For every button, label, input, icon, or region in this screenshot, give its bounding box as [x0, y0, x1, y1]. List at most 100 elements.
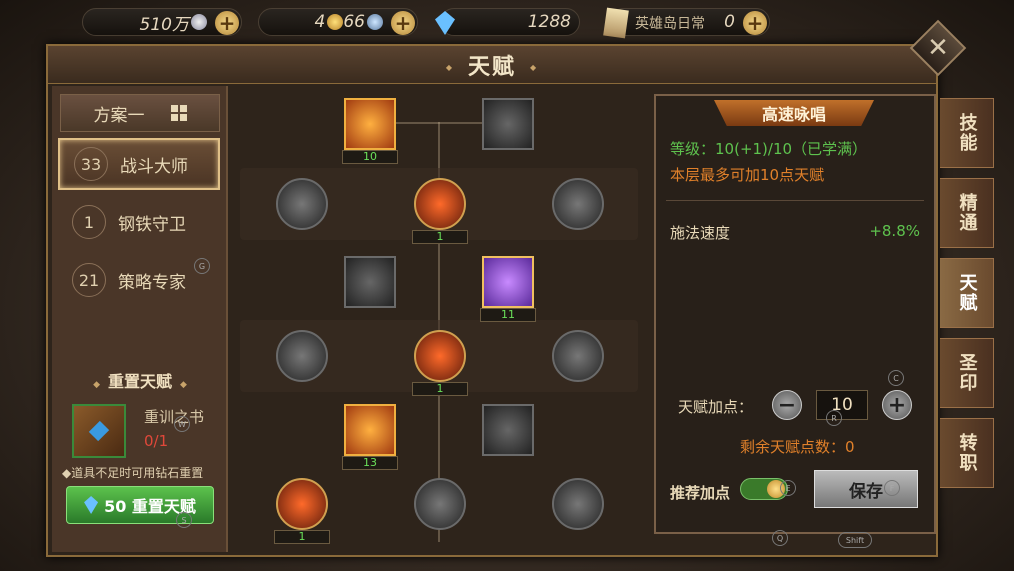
tab-seal[interactable]: 圣印	[940, 338, 994, 408]
music-note-talent-icon	[482, 256, 534, 308]
key-hint-badge: S	[176, 512, 192, 528]
add-hero-island-button[interactable]: +	[743, 11, 767, 35]
hero-island-resource: 英雄岛日常 0 +	[603, 7, 770, 39]
remaining-points: 剩余天赋点数：0	[740, 438, 855, 456]
reset-hint: ◆道具不足时可用钻石重置	[62, 466, 204, 480]
key-hint-badge: Q	[772, 530, 788, 546]
spec-points: 1	[72, 205, 106, 239]
key-hint-badge: G	[194, 258, 210, 274]
diamond-icon	[84, 496, 99, 514]
spec-item-1[interactable]: 1 钢铁守卫	[58, 196, 220, 248]
blue-coin-icon	[367, 14, 383, 30]
talent-node[interactable]	[552, 178, 604, 230]
talent-node[interactable]: 11	[480, 256, 536, 322]
talent-node[interactable]: 1	[412, 330, 468, 396]
key-hint-badge: C	[888, 370, 904, 386]
gold-amount-a: 4	[314, 12, 326, 32]
gem-amount: 1288	[527, 12, 571, 32]
talent-node[interactable]	[344, 256, 396, 308]
key-hint-badge: E	[780, 480, 796, 496]
talent-level: 10	[342, 150, 398, 164]
plan-label: 方案一	[93, 105, 145, 126]
grid-icon	[170, 105, 187, 121]
talent-level: 1	[412, 230, 468, 244]
key-hint-badge: Shift	[838, 532, 872, 548]
talent-level-text: 等级：10(+1)/10（已学满）	[670, 140, 868, 158]
key-hint-badge: F	[884, 480, 900, 496]
plan-selector[interactable]: 方案一	[60, 94, 220, 132]
silver-resource: 510万 +	[82, 8, 242, 36]
talent-node[interactable]	[552, 478, 604, 530]
left-panel: 方案一 33 战斗大师 1 钢铁守卫 21 策略专家 重置天赋 重训之书 0/1…	[52, 86, 228, 552]
points-label: 天赋加点：	[678, 398, 754, 416]
tier-limit-note: 本层最多可加10点天赋	[670, 166, 825, 184]
talent-tree: 10 1 11 1 13 1	[230, 86, 650, 556]
talent-level: 1	[274, 530, 330, 544]
gold-amount-b: 66	[343, 12, 365, 32]
spec-item-0[interactable]: 33 战斗大师	[58, 138, 220, 190]
group-talent-icon	[414, 478, 466, 530]
stat-value: +8.8%	[869, 222, 920, 240]
talent-window: 天赋 方案一 33 战斗大师 1 钢铁守卫 21 策略专家 重置天赋 重训之书 …	[46, 44, 938, 557]
claw-talent-icon	[482, 404, 534, 456]
save-button[interactable]: 保存	[814, 470, 918, 508]
window-title: 天赋	[432, 49, 552, 81]
blade-talent-icon	[344, 256, 396, 308]
add-gold-button[interactable]: +	[391, 11, 415, 35]
slash-talent-icon	[276, 178, 328, 230]
plus-button[interactable]: +	[882, 390, 912, 420]
talent-node[interactable]	[276, 330, 328, 382]
talent-node[interactable]	[482, 404, 534, 456]
diamond-icon	[435, 11, 455, 35]
gold-resource: 4 66 +	[258, 8, 418, 36]
shadow-figure-talent-icon	[276, 330, 328, 382]
tab-talent[interactable]: 天赋	[940, 258, 994, 328]
stat-name: 施法速度	[670, 224, 731, 242]
crossed-swords-talent-icon	[344, 404, 396, 456]
flame-warrior-talent-icon	[414, 178, 466, 230]
spec-points: 33	[74, 147, 108, 181]
silver-coin-icon	[191, 14, 207, 30]
minus-button[interactable]: −	[772, 390, 802, 420]
spec-name: 策略专家	[118, 272, 186, 293]
talent-node[interactable]: 10	[342, 98, 398, 164]
talent-node[interactable]: 1	[412, 178, 468, 244]
spec-name: 钢铁守卫	[118, 214, 186, 235]
hero-island-count: 0	[724, 12, 735, 32]
knight-talent-icon	[552, 178, 604, 230]
silver-amount: 510万	[139, 14, 189, 35]
talent-level: 1	[412, 382, 468, 396]
divider	[666, 200, 924, 201]
talent-name: 高速咏唱	[714, 100, 874, 126]
fist-talent-icon	[344, 98, 396, 150]
talent-level: 13	[342, 456, 398, 470]
recommend-label: 推荐加点	[670, 484, 731, 502]
book-count: 0/1	[144, 432, 169, 450]
berserker-talent-icon	[276, 478, 328, 530]
tab-skills[interactable]: 技能	[940, 98, 994, 168]
points-input[interactable]: 10	[816, 390, 868, 420]
key-hint-badge: R	[826, 410, 842, 426]
tab-class-change[interactable]: 转职	[940, 418, 994, 488]
key-hint-badge: W	[174, 416, 190, 432]
talent-node[interactable]	[414, 478, 466, 530]
talent-node[interactable]	[276, 178, 328, 230]
reset-title: 重置天赋	[52, 368, 228, 392]
talent-node[interactable]: 13	[342, 404, 398, 470]
retrain-book-icon[interactable]	[72, 404, 126, 458]
scroll-icon	[603, 7, 629, 39]
demon-talent-icon	[414, 330, 466, 382]
resource-bar: 510万 + 4 66 + 1288 英雄岛日常 0 +	[80, 4, 770, 40]
talent-node[interactable]	[552, 330, 604, 382]
talent-node[interactable]: 1	[274, 478, 330, 544]
tab-mastery[interactable]: 精通	[940, 178, 994, 248]
helmet-talent-icon	[552, 478, 604, 530]
gold-coin-icon	[327, 14, 344, 30]
add-silver-button[interactable]: +	[215, 11, 239, 35]
spec-name: 战斗大师	[120, 156, 188, 177]
spec-points: 21	[72, 263, 106, 297]
warrior-talent-icon	[482, 98, 534, 150]
gem-resource: 1288	[435, 8, 580, 36]
talent-node[interactable]	[482, 98, 534, 150]
talent-level: 11	[480, 308, 536, 322]
